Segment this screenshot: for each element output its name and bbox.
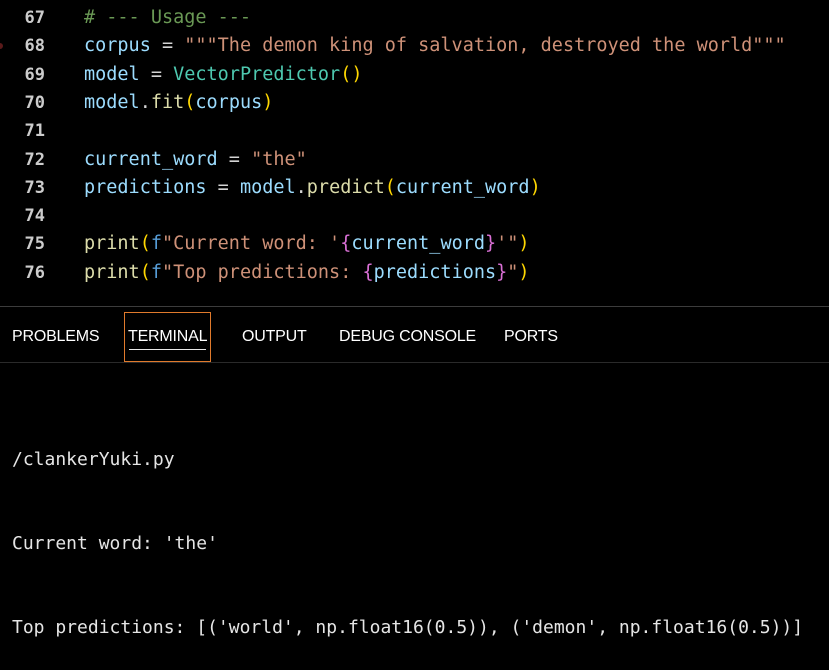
tab-problems[interactable]: PROBLEMS	[12, 313, 100, 361]
code-line[interactable]: 67 # --- Usage ---	[0, 4, 829, 32]
code-token: """The demon king of salvation, destroye…	[184, 35, 786, 57]
code-token: '"	[496, 233, 519, 255]
code-line[interactable]: 69 model = VectorPredictor()	[0, 61, 829, 89]
code-token: print	[84, 233, 140, 255]
code-token: f	[150, 233, 162, 255]
code-line[interactable]: 70 model.fit(corpus)	[0, 89, 829, 117]
code-token: predictions	[84, 176, 207, 198]
code-text: print(f"Current word: '{current_word}'")	[84, 230, 530, 258]
panel-tab-bar: PROBLEMS TERMINAL OUTPUT DEBUG CONSOLE P…	[0, 307, 829, 362]
tab-debug-console[interactable]: DEBUG CONSOLE	[339, 313, 476, 361]
line-number: 75	[24, 234, 45, 255]
code-line[interactable]: 71	[0, 117, 829, 145]
line-number: 74	[24, 206, 45, 227]
code-token: (	[139, 261, 151, 283]
code-text: current_word = "the"	[84, 146, 307, 174]
code-text: # --- Usage ---	[84, 4, 251, 32]
code-token: )	[529, 176, 541, 198]
tab-terminal[interactable]: TERMINAL	[123, 312, 212, 362]
code-token: model	[239, 176, 296, 198]
code-text: model = VectorPredictor()	[84, 61, 362, 89]
code-token: =	[217, 148, 252, 170]
code-token: {	[362, 261, 374, 283]
code-token: model	[84, 91, 140, 113]
line-number: 71	[24, 121, 45, 142]
code-line[interactable]: 72 current_word = "the"	[0, 146, 829, 174]
terminal-divider	[0, 362, 829, 363]
code-text: model.fit(corpus)	[84, 89, 273, 117]
code-token: predict	[306, 176, 385, 198]
tab-output[interactable]: OUTPUT	[242, 313, 307, 361]
code-token: "the"	[251, 148, 307, 170]
tab-ports[interactable]: PORTS	[504, 313, 558, 361]
line-number: 69	[24, 64, 45, 85]
tab-output-label: OUTPUT	[242, 328, 307, 345]
code-token: corpus	[195, 91, 263, 113]
code-token: # --- Usage ---	[84, 7, 252, 28]
code-token: .	[139, 91, 151, 113]
line-number: 72	[24, 149, 45, 170]
tab-debug-console-label: DEBUG CONSOLE	[339, 328, 476, 345]
code-token: =	[150, 35, 185, 57]
tab-ports-label: PORTS	[504, 328, 558, 345]
code-token: }	[496, 261, 508, 283]
code-token: "Current word: '	[161, 233, 341, 255]
code-token: ()	[340, 63, 363, 85]
code-token: fit	[150, 91, 185, 113]
active-tab-underline	[129, 349, 207, 350]
tab-terminal-label: TERMINAL	[128, 328, 208, 345]
code-token: f	[150, 261, 162, 283]
code-line[interactable]: 76 print(f"Top predictions: {predictions}…	[0, 259, 829, 287]
line-number: 73	[24, 177, 45, 198]
code-token: }	[485, 233, 497, 255]
terminal-line: Current word: 'the'	[12, 533, 218, 554]
code-token: )	[518, 233, 530, 255]
code-token: corpus	[84, 35, 151, 57]
line-number: 70	[24, 92, 45, 113]
terminal-line: /clankerYuki.py	[12, 449, 175, 470]
terminal-line: Top predictions: [('world', np.float16(0…	[12, 617, 804, 638]
code-token: predictions	[373, 261, 497, 283]
code-token: current_word	[351, 233, 485, 255]
code-text: print(f"Top predictions: {predictions}")	[84, 259, 530, 287]
code-line[interactable]: 75 print(f"Current word: '{current_word}'…	[0, 230, 829, 258]
code-token: model	[84, 63, 140, 85]
tab-problems-label: PROBLEMS	[12, 328, 100, 345]
code-token: =	[206, 176, 240, 198]
code-line[interactable]: 68 corpus = """The demon king of salvatio…	[0, 32, 829, 60]
code-token: )	[518, 261, 530, 283]
code-text: predictions = model.predict(current_word…	[84, 174, 541, 202]
code-token: current_word	[84, 148, 218, 170]
line-number: 68	[24, 36, 45, 57]
code-token: (	[139, 233, 151, 255]
code-line[interactable]: 73 predictions = model.predict(current_wo…	[0, 174, 829, 202]
code-token: current_word	[395, 176, 530, 198]
code-token: {	[340, 233, 352, 255]
code-line[interactable]: 74	[0, 202, 829, 230]
code-token: (	[384, 176, 396, 198]
code-token: "Top predictions:	[161, 261, 363, 283]
code-text: corpus = """The demon king of salvation,…	[84, 32, 786, 60]
code-editor[interactable]: 67 # --- Usage --- 68 corpus = """The demon…	[0, 0, 829, 306]
line-number: 76	[24, 262, 45, 283]
code-token: "	[507, 261, 519, 283]
code-token: print	[84, 261, 140, 283]
code-token: (	[184, 91, 196, 113]
code-token: =	[139, 63, 174, 85]
code-token: .	[295, 176, 307, 198]
line-number: 67	[24, 8, 45, 28]
terminal-output[interactable]: /clankerYuki.py Current word: 'the' Top …	[12, 390, 803, 670]
code-token: VectorPredictor	[173, 63, 341, 85]
code-token: )	[262, 91, 274, 113]
